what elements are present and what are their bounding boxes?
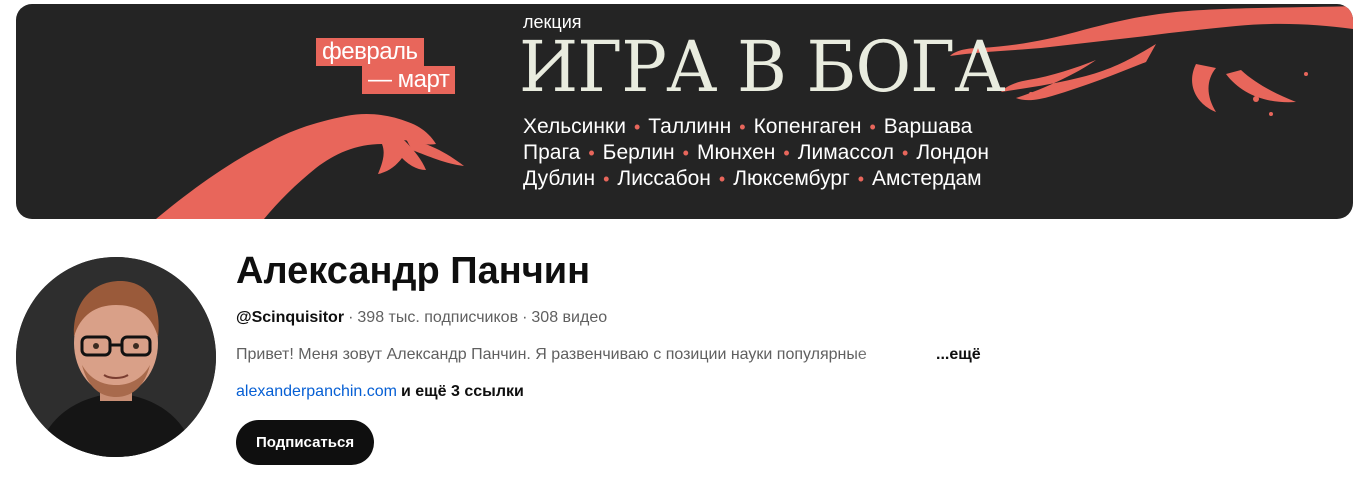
right-hand-shape bbox=[1001, 44, 1156, 101]
lecture-title: ИГРА В БОГА bbox=[519, 26, 1006, 108]
subscribe-button[interactable]: Подписаться bbox=[236, 420, 375, 465]
channel-avatar[interactable] bbox=[16, 257, 216, 457]
city-list: Хельсинки • Таллинн • Копенгаген • Варшава Пра… bbox=[523, 114, 989, 192]
avatar-portrait bbox=[16, 257, 216, 457]
right-palm-shape bbox=[1226, 70, 1296, 103]
channel-links: alexanderpanchin.com и ещё 3 ссылки bbox=[236, 383, 524, 401]
date-tag-line1: февраль bbox=[316, 38, 424, 66]
channel-name: Александр Панчин bbox=[236, 250, 591, 292]
meta-separator: · bbox=[348, 309, 354, 326]
left-hand-shape bbox=[156, 114, 436, 219]
bullet-dot: • bbox=[857, 169, 865, 189]
channel-handle: @Scinquisitor bbox=[236, 309, 345, 326]
bullet-dot: • bbox=[603, 169, 610, 189]
city-name: Хельсинки bbox=[523, 115, 626, 138]
bullet-dot: • bbox=[588, 143, 595, 163]
bullet-dot: • bbox=[633, 117, 641, 137]
bullet-dot: • bbox=[869, 117, 876, 137]
city-row: Дублин • Лиссабон • Люксембург • Амстердам bbox=[523, 166, 989, 192]
bullet-dot: • bbox=[718, 169, 726, 189]
bullet-dot: • bbox=[682, 143, 689, 163]
date-tag-line2: — март bbox=[362, 66, 456, 94]
description-text: Привет! Меня зовут Александр Панчин. Я р… bbox=[236, 346, 867, 363]
city-name: Амстердам bbox=[872, 167, 982, 190]
bullet-dot: • bbox=[739, 117, 746, 137]
city-name: Таллинн bbox=[648, 115, 732, 138]
sparkle-dot bbox=[1253, 96, 1259, 102]
city-name: Лондон bbox=[916, 141, 989, 164]
channel-banner: февраль — март лекция ИГРА В БОГА Хельси… bbox=[16, 4, 1353, 219]
city-name: Прага bbox=[523, 141, 581, 164]
sparkle-dot bbox=[1304, 72, 1308, 76]
channel-meta: @Scinquisitor · 398 тыс. подписчиков · 308 в… bbox=[236, 309, 607, 327]
city-name: Мюнхен bbox=[696, 141, 776, 164]
city-name: Люксембург bbox=[733, 167, 850, 190]
more-links-button[interactable]: и ещё 3 ссылки bbox=[401, 383, 524, 400]
sparkle-dot bbox=[1029, 92, 1033, 96]
bullet-dot: • bbox=[902, 143, 909, 163]
right-thumb-shape bbox=[1192, 64, 1216, 112]
city-name: Берлин bbox=[602, 141, 675, 164]
description-more-button[interactable]: ...ещё bbox=[936, 346, 981, 363]
city-name: Варшава bbox=[883, 115, 973, 138]
sparkle-dot bbox=[1269, 112, 1273, 116]
bullet-dot: • bbox=[783, 143, 790, 163]
city-row: Прага • Берлин • Мюнхен • Лимассол • Лондон bbox=[523, 140, 989, 166]
channel-description[interactable]: Привет! Меня зовут Александр Панчин. Я р… bbox=[236, 346, 981, 364]
sparkle-dot bbox=[394, 152, 398, 156]
city-name: Лиссабон bbox=[617, 167, 711, 190]
video-count: 308 видео bbox=[531, 309, 608, 326]
meta-separator: · bbox=[522, 309, 528, 326]
city-name: Дублин bbox=[523, 167, 596, 190]
channel-website-link[interactable]: alexanderpanchin.com bbox=[236, 383, 397, 400]
city-name: Лимассол bbox=[797, 141, 895, 164]
city-name: Копенгаген bbox=[753, 115, 862, 138]
city-row: Хельсинки • Таллинн • Копенгаген • Варшава bbox=[523, 114, 989, 140]
subscriber-count: 398 тыс. подписчиков bbox=[357, 309, 519, 326]
